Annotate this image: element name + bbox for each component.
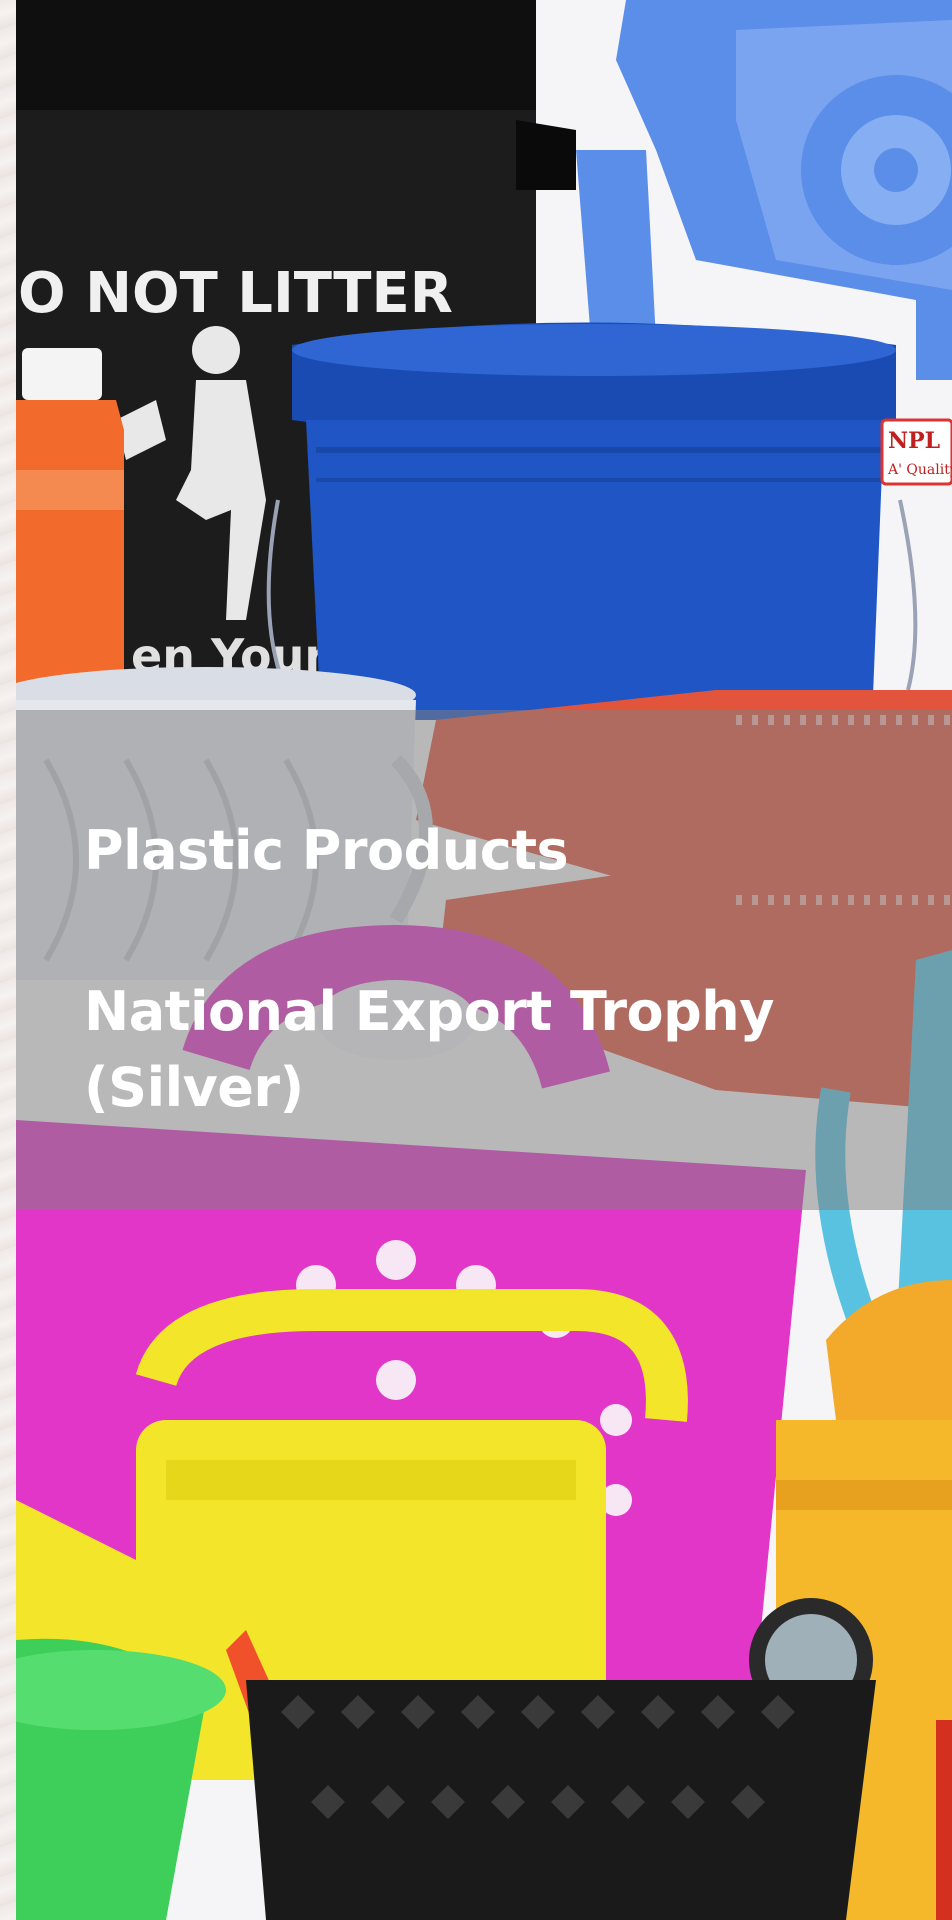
product-category-card[interactable]: Plastic Products National Export Trophy … — [16, 710, 952, 1210]
category-title: Plastic Products — [84, 819, 569, 882]
award-text: National Export Trophy (Silver) — [84, 980, 774, 1119]
orange-bottle — [16, 348, 124, 700]
blue-bucket: NPL A' Quality — [266, 322, 952, 720]
bucket-quality-label: A' Quality — [887, 462, 952, 478]
left-edge-strip — [0, 0, 16, 1920]
page: O NOT LITTER en Your NPL A' Quality Plas… — [0, 0, 952, 1920]
bucket-brand-label: NPL — [888, 428, 940, 454]
bin-slogan-text: O NOT LITTER — [18, 261, 453, 326]
